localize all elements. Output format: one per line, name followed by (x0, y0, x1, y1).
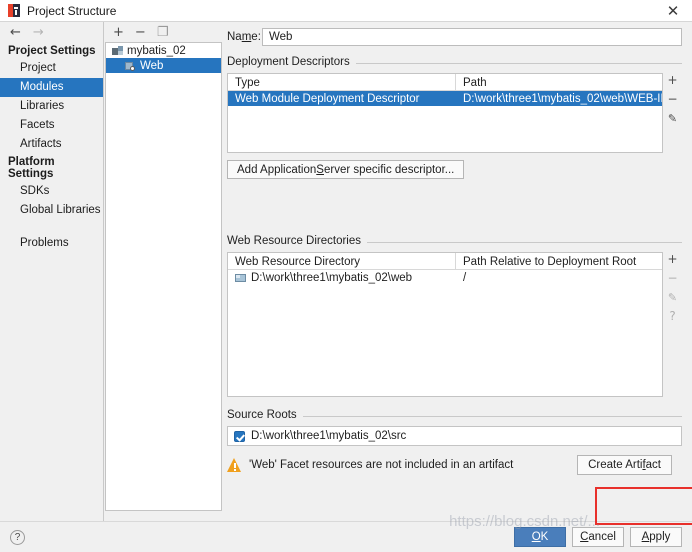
table-row[interactable]: D:\work\three1\mybatis_02\web / (228, 270, 662, 285)
cell-web-resource-directory: D:\work\three1\mybatis_02\web (228, 272, 456, 284)
cell-type: Web Module Deployment Descriptor (235, 92, 420, 105)
name-label: Name: (227, 31, 261, 43)
artifact-warning-text: 'Web' Facet resources are not included i… (249, 459, 514, 471)
add-web-resource-icon[interactable]: + (667, 253, 677, 265)
sidebar-navigation-bar: ← → (0, 22, 103, 43)
dialog-footer: ? OK Cancel Apply (0, 521, 692, 552)
deployment-descriptors-group: Deployment Descriptors Type Path Web Mod… (227, 56, 682, 179)
sidebar-item-libraries[interactable]: Libraries (0, 97, 103, 116)
edit-descriptor-icon[interactable]: ✎ (668, 113, 677, 124)
table-header: Web Resource Directory Path Relative to … (228, 253, 662, 270)
folder-icon (235, 273, 246, 283)
sidebar-item-sdks[interactable]: SDKs (0, 182, 103, 201)
web-facet-icon (125, 61, 136, 71)
window-title-bar: Project Structure ✕ (0, 0, 692, 22)
cell-path: D:\work\three1\mybatis_02\web\WEB-INF\we… (463, 92, 662, 105)
footer-buttons: OK Cancel Apply (514, 527, 692, 547)
module-tree-toolbar: + − ❐ (105, 22, 222, 42)
artifact-warning-row: 'Web' Facet resources are not included i… (227, 455, 682, 475)
sidebar-item-modules[interactable]: Modules (0, 78, 103, 97)
apply-button[interactable]: Apply (630, 527, 682, 547)
sidebar-group-platform-settings: Platform Settings (8, 156, 55, 180)
sidebar-item-project[interactable]: Project (0, 59, 103, 78)
name-input[interactable]: Web (262, 28, 682, 46)
remove-descriptor-icon[interactable]: − (667, 93, 677, 105)
add-application-server-descriptor-button[interactable]: Add Application Server specific descript… (227, 160, 465, 179)
column-header-path[interactable]: Path (456, 74, 662, 90)
source-root-path: D:\work\three1\mybatis_02\src (251, 430, 407, 442)
sidebar-group-project-settings: Project Settings (8, 45, 96, 57)
source-roots-caption: Source Roots (227, 409, 303, 421)
source-root-row[interactable]: D:\work\three1\mybatis_02\src (227, 426, 682, 446)
dialog-body: ← → Project Settings Project Modules Lib… (0, 22, 692, 521)
help-web-resource-icon[interactable]: ? (669, 310, 675, 322)
module-icon (112, 45, 123, 56)
sidebar-separator (0, 220, 103, 234)
add-descriptor-icon[interactable]: + (667, 74, 677, 86)
column-header-web-resource-directory[interactable]: Web Resource Directory (228, 253, 456, 269)
web-resource-directories-group: Web Resource Directories Web Resource Di… (227, 235, 682, 397)
create-artifact-button[interactable]: Create Arti f act (577, 455, 672, 475)
deployment-table-actions: + − ✎ (663, 73, 682, 153)
table-header: Type Path (228, 74, 662, 91)
name-row: Name: Web (227, 28, 682, 46)
forward-arrow-icon[interactable]: → (33, 26, 44, 39)
back-arrow-icon[interactable]: ← (10, 26, 21, 39)
sidebar-item-global-libraries[interactable]: Global Libraries (0, 201, 103, 220)
settings-sidebar: ← → Project Settings Project Modules Lib… (0, 22, 104, 521)
column-header-path-relative[interactable]: Path Relative to Deployment Root (456, 253, 662, 269)
web-resource-directories-table: Web Resource Directory Path Relative to … (227, 252, 663, 397)
help-icon[interactable]: ? (10, 529, 25, 545)
warning-triangle-icon (227, 458, 242, 472)
module-tree-panel: + − ❐ mybatis_02 Web (105, 22, 222, 521)
source-roots-group: Source Roots D:\work\three1\mybatis_02\s… (227, 409, 682, 475)
sidebar-item-facets[interactable]: Facets (0, 116, 103, 135)
window-title: Project Structure (27, 3, 117, 18)
tree-node-label: mybatis_02 (127, 44, 186, 57)
add-module-icon[interactable]: + (113, 26, 124, 39)
tree-node-mybatis-02[interactable]: mybatis_02 (106, 43, 221, 58)
sidebar-item-artifacts[interactable]: Artifacts (0, 135, 103, 154)
facet-detail-pane: Name: Web Deployment Descriptors Type Pa… (222, 22, 692, 521)
tree-node-web[interactable]: Web (106, 58, 221, 73)
edit-web-resource-icon[interactable]: ✎ (668, 292, 677, 303)
remove-web-resource-icon[interactable]: − (667, 272, 677, 284)
module-tree-list: mybatis_02 Web (105, 42, 222, 511)
ok-button[interactable]: OK (514, 527, 566, 547)
source-root-checkbox[interactable] (234, 430, 245, 442)
web-resource-directories-caption: Web Resource Directories (227, 235, 368, 247)
deployment-descriptors-table: Type Path Web Module Deployment Descript… (227, 73, 663, 153)
web-resource-table-actions: + − ✎ ? (663, 252, 682, 397)
deployment-descriptors-caption: Deployment Descriptors (227, 56, 356, 68)
table-row[interactable]: Web Module Deployment Descriptor D:\work… (228, 91, 662, 106)
tree-node-label: Web (140, 59, 164, 72)
copy-module-icon[interactable]: ❐ (157, 26, 169, 39)
sidebar-item-problems[interactable]: Problems (0, 234, 103, 253)
column-header-type[interactable]: Type (228, 74, 456, 90)
close-icon[interactable]: ✕ (662, 0, 684, 22)
cell-path-relative: / (463, 271, 467, 284)
cancel-button[interactable]: Cancel (572, 527, 624, 547)
remove-module-icon[interactable]: − (135, 26, 146, 39)
intellij-idea-icon (8, 4, 20, 17)
